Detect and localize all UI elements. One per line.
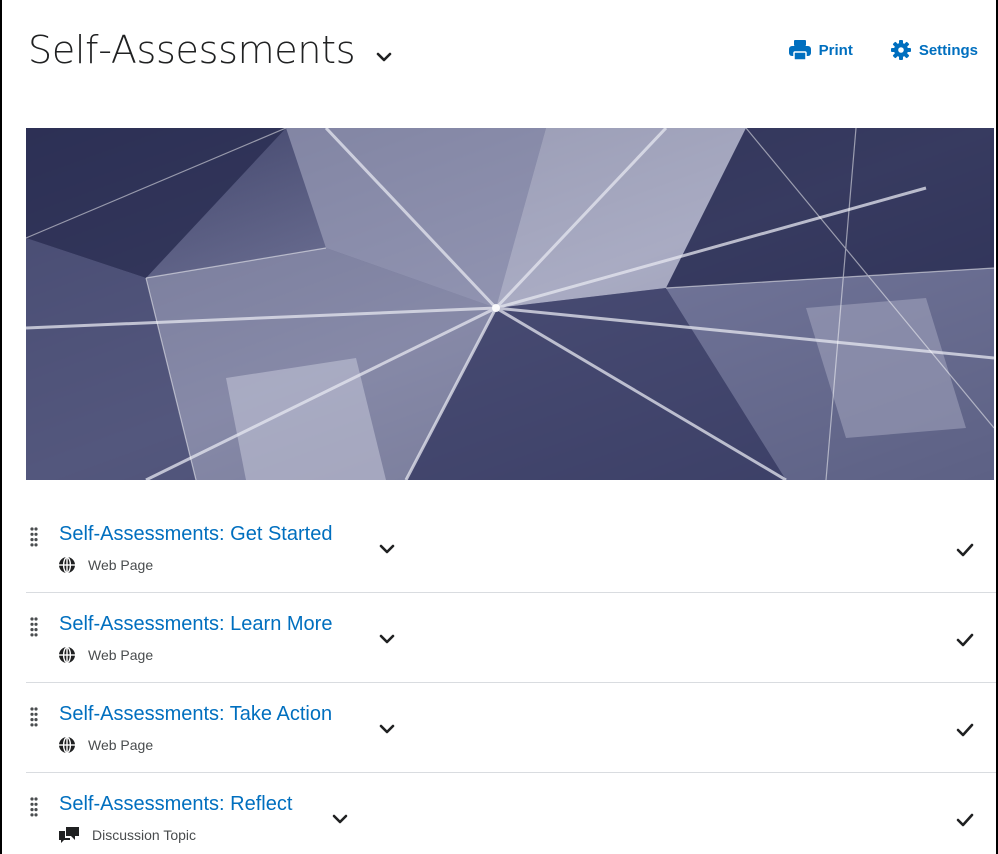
item-title-link[interactable]: Self-Assessments: Learn More xyxy=(59,613,332,636)
drag-handle-icon[interactable] xyxy=(30,797,38,817)
globe-icon xyxy=(59,646,75,664)
print-label: Print xyxy=(818,41,853,59)
printer-icon xyxy=(788,40,811,60)
checkmark-icon[interactable] xyxy=(956,633,974,647)
item-type-row: Web Page xyxy=(58,646,153,664)
list-item: Self-Assessments: Take Action Web Page xyxy=(26,683,996,773)
abstract-glass-banner xyxy=(26,128,994,480)
list-item: Self-Assessments: Get Started Web Page xyxy=(26,503,996,593)
chevron-down-icon[interactable] xyxy=(331,813,349,825)
checkmark-icon[interactable] xyxy=(956,723,974,737)
content-list: Self-Assessments: Get Started Web Page S… xyxy=(26,503,996,854)
item-type-row: Discussion Topic xyxy=(58,826,196,844)
settings-button[interactable]: Settings xyxy=(890,40,978,60)
chevron-down-icon[interactable] xyxy=(378,723,396,735)
chevron-down-icon[interactable] xyxy=(378,543,396,555)
drag-handle-icon[interactable] xyxy=(30,527,38,547)
item-type-label: Web Page xyxy=(88,647,154,663)
module-header: Self-Assessments Print Settings xyxy=(28,22,978,82)
list-item: Self-Assessments: Learn More Web Page xyxy=(26,593,996,683)
discussion-icon xyxy=(59,827,79,843)
item-type-label: Web Page xyxy=(88,737,154,753)
checkmark-icon[interactable] xyxy=(956,813,974,827)
checkmark-icon[interactable] xyxy=(956,543,974,557)
item-type-label: Web Page xyxy=(88,557,154,573)
globe-icon xyxy=(59,736,75,754)
item-title-link[interactable]: Self-Assessments: Reflect xyxy=(59,793,292,816)
item-type-label: Discussion Topic xyxy=(92,827,197,843)
chevron-down-icon xyxy=(376,52,392,62)
list-item: Self-Assessments: Reflect Discussion Top… xyxy=(26,773,996,854)
gear-icon xyxy=(890,40,911,60)
drag-handle-icon[interactable] xyxy=(30,617,38,637)
item-title-link[interactable]: Self-Assessments: Get Started xyxy=(59,523,332,546)
item-type-row: Web Page xyxy=(58,556,153,574)
chevron-down-icon[interactable] xyxy=(378,633,396,645)
module-title-dropdown[interactable]: Self-Assessments xyxy=(28,22,393,78)
content-page: Self-Assessments Print Settings Self-Ass… xyxy=(0,0,996,854)
settings-label: Settings xyxy=(918,41,978,59)
banner-image xyxy=(26,128,994,480)
print-button[interactable]: Print xyxy=(788,40,853,60)
item-title-link[interactable]: Self-Assessments: Take Action xyxy=(59,703,332,726)
drag-handle-icon[interactable] xyxy=(30,707,38,727)
page-title: Self-Assessments xyxy=(28,28,356,72)
header-actions: Print Settings xyxy=(751,40,978,60)
globe-icon xyxy=(59,556,75,574)
item-type-row: Web Page xyxy=(58,736,153,754)
